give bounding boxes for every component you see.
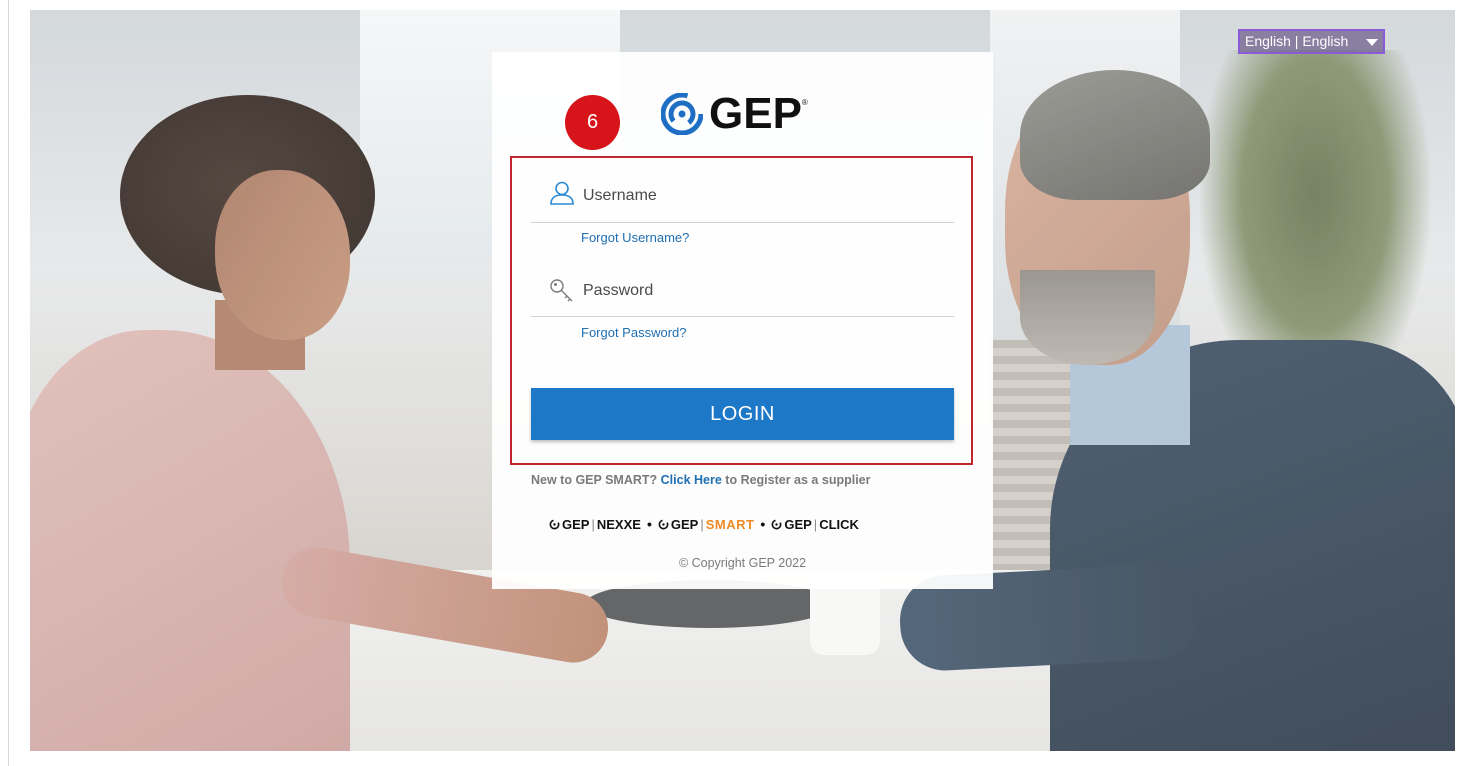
left-border <box>8 0 9 766</box>
language-selector[interactable]: English | English <box>1238 29 1385 54</box>
gep-logo: GEP ® <box>661 92 808 136</box>
gep-swirl-icon <box>771 519 782 529</box>
register-text: New to GEP SMART? Click Here to Register… <box>531 473 870 487</box>
user-icon <box>550 181 574 205</box>
step-badge: 6 <box>565 95 620 150</box>
forgot-password-link[interactable]: Forgot Password? <box>581 325 687 340</box>
registered-mark: ® <box>801 98 808 107</box>
language-selector-label: English | English <box>1245 33 1349 49</box>
password-input[interactable] <box>581 278 945 304</box>
gep-swirl-icon <box>658 519 669 529</box>
gep-swirl-icon <box>661 93 703 135</box>
register-suffix: to Register as a supplier <box>725 473 871 487</box>
product-click: GEP | CLICK <box>771 517 859 532</box>
gep-swirl-icon <box>549 519 560 529</box>
gep-wordmark: GEP <box>709 89 802 138</box>
product-nexxe: GEP | NEXXE <box>549 517 641 532</box>
separator-dot: • <box>646 516 652 532</box>
copyright: © Copyright GEP 2022 <box>678 556 807 570</box>
password-underline <box>531 316 954 317</box>
register-link[interactable]: Click Here <box>661 473 722 487</box>
register-prefix: New to GEP SMART? <box>531 473 658 487</box>
key-icon <box>550 279 573 302</box>
chevron-down-icon <box>1366 39 1378 46</box>
product-smart: GEP | SMART <box>658 517 755 532</box>
separator-dot: • <box>760 516 766 532</box>
login-button[interactable]: LOGIN <box>531 388 954 440</box>
username-input[interactable] <box>581 183 945 209</box>
forgot-username-link[interactable]: Forgot Username? <box>581 230 689 245</box>
username-underline <box>531 222 954 223</box>
product-logos: GEP | NEXXE • GEP | SMART • GEP | CLICK <box>549 515 929 533</box>
